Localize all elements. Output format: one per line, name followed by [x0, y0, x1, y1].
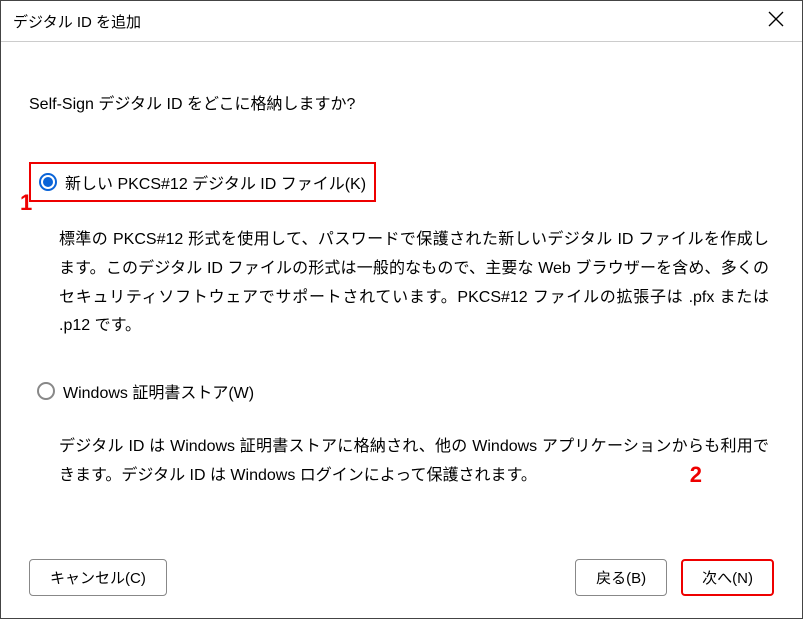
radio-pkcs12[interactable]: 新しい PKCS#12 デジタル ID ファイル(K) — [29, 162, 376, 202]
titlebar: デジタル ID を追加 — [1, 1, 802, 42]
dialog-content: Self-Sign デジタル ID をどこに格納しますか? 1 新しい PKCS… — [1, 42, 802, 549]
dialog-footer: キャンセル(C) 戻る(B) 次へ(N) — [1, 549, 802, 618]
radio-icon-unselected — [37, 382, 55, 400]
storage-question: Self-Sign デジタル ID をどこに格納しますか? — [29, 90, 774, 114]
dialog-title: デジタル ID を追加 — [13, 11, 141, 32]
next-button[interactable]: 次へ(N) — [681, 559, 774, 596]
annotation-1: 1 — [20, 190, 32, 216]
radio-pkcs12-label: 新しい PKCS#12 デジタル ID ファイル(K) — [65, 170, 366, 194]
windows-store-description: デジタル ID は Windows 証明書ストアに格納され、他の Windows… — [59, 433, 769, 491]
footer-right-buttons: 戻る(B) 次へ(N) — [575, 559, 774, 596]
cancel-button[interactable]: キャンセル(C) — [29, 559, 167, 596]
pkcs12-description: 標準の PKCS#12 形式を使用して、パスワードで保護された新しいデジタル I… — [59, 226, 769, 341]
radio-windows-store-label: Windows 証明書ストア(W) — [63, 379, 254, 403]
radio-icon-selected — [39, 173, 57, 191]
option-pkcs12: 新しい PKCS#12 デジタル ID ファイル(K) 標準の PKCS#12 … — [29, 162, 774, 341]
option-windows-store: Windows 証明書ストア(W) デジタル ID は Windows 証明書ス… — [29, 373, 774, 491]
radio-windows-store[interactable]: Windows 証明書ストア(W) — [29, 373, 774, 409]
annotation-2: 2 — [690, 462, 702, 488]
back-button[interactable]: 戻る(B) — [575, 559, 667, 596]
add-digital-id-dialog: デジタル ID を追加 Self-Sign デジタル ID をどこに格納しますか… — [0, 0, 803, 619]
close-icon[interactable] — [762, 9, 790, 33]
